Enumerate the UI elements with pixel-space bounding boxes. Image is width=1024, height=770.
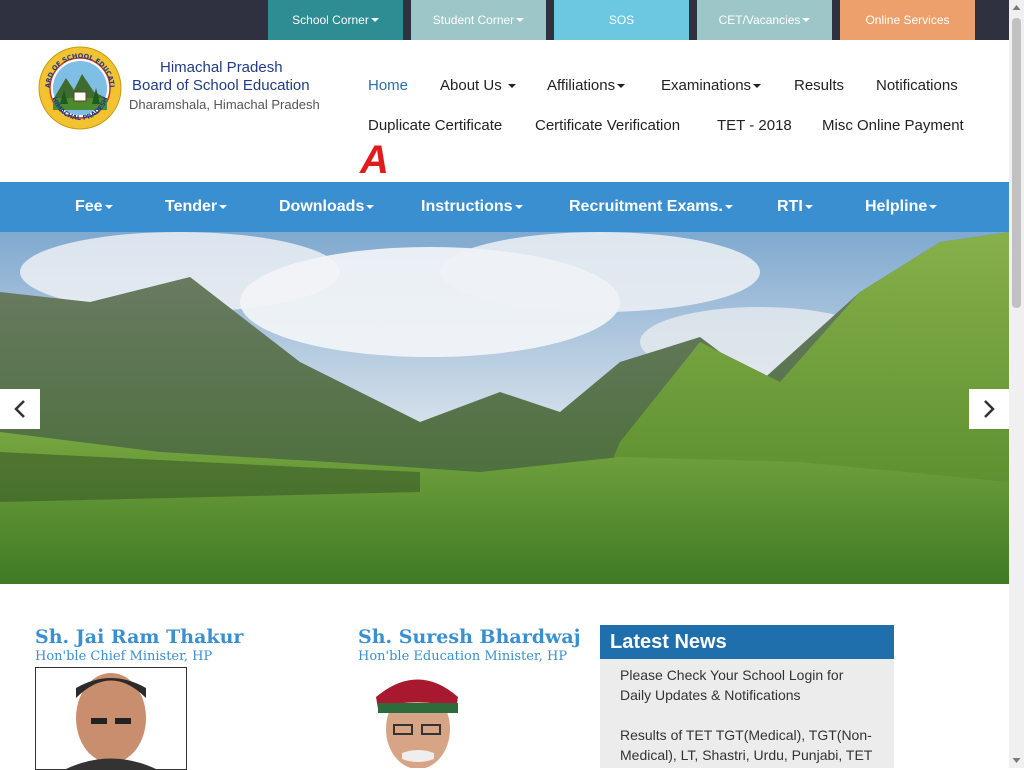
chevron-down-icon — [366, 204, 375, 209]
chevron-left-icon — [14, 400, 25, 418]
nav-tender[interactable]: Tender — [165, 182, 228, 232]
board-seal-logo[interactable]: BOARD OF SCHOOL EDUCATION HIMACHAL PRADE… — [38, 46, 122, 130]
cet-vacancies-label: CET/Vacancies — [718, 13, 801, 27]
mountain-landscape-image — [0, 232, 1009, 584]
nav-downloads[interactable]: Downloads — [279, 182, 375, 232]
news-item[interactable]: Please Check Your School Login for Daily… — [600, 659, 894, 705]
online-services-link[interactable]: Online Services — [840, 0, 975, 40]
student-corner-menu[interactable]: Student Corner — [411, 0, 546, 40]
school-corner-label: School Corner — [292, 13, 369, 27]
nav-recruitment-exams[interactable]: Recruitment Exams. — [569, 182, 733, 232]
nav-instructions-label: Instructions — [421, 198, 513, 215]
sos-link[interactable]: SOS — [554, 0, 689, 40]
chevron-down-icon — [804, 204, 813, 209]
org-name-line1: Himachal Pradesh — [160, 59, 283, 76]
chevron-down-icon — [617, 84, 626, 89]
student-corner-label: Student Corner — [432, 13, 515, 27]
nav-recruitment-label: Recruitment Exams. — [569, 198, 723, 215]
scroll-up-icon[interactable] — [1009, 0, 1024, 15]
hero-slider — [0, 232, 1009, 584]
chevron-down-icon — [514, 204, 523, 209]
nav-affiliations[interactable]: Affiliations — [547, 77, 626, 94]
chevron-down-icon — [753, 84, 762, 89]
cet-vacancies-menu[interactable]: CET/Vacancies — [697, 0, 832, 40]
chevron-right-icon — [984, 400, 995, 418]
latest-news-title: Latest News — [600, 625, 894, 659]
chevron-down-icon — [507, 84, 516, 89]
nav-fee[interactable]: Fee — [75, 182, 113, 232]
accessibility-font-icon[interactable]: A — [360, 140, 389, 180]
chevron-down-icon — [802, 18, 811, 22]
portrait-image — [36, 668, 186, 769]
page-scrollbar[interactable] — [1009, 0, 1024, 768]
education-minister-name: Sh. Suresh Bhardwaj — [358, 626, 581, 648]
chevron-down-icon — [516, 18, 525, 22]
nav-fee-label: Fee — [75, 198, 103, 215]
nav-downloads-label: Downloads — [279, 198, 365, 215]
nav-about-label: About Us — [440, 77, 502, 94]
nav-duplicate-certificate[interactable]: Duplicate Certificate — [368, 117, 502, 134]
chevron-down-icon — [929, 204, 938, 209]
chevron-down-icon — [370, 18, 379, 22]
news-item[interactable]: Results of TET TGT(Medical), TGT(Non-Med… — [600, 719, 894, 765]
nav-rti-label: RTI — [777, 198, 803, 215]
nav-home[interactable]: Home — [368, 77, 408, 94]
nav-helpline[interactable]: Helpline — [865, 182, 938, 232]
nav-examinations-label: Examinations — [661, 77, 752, 94]
secondary-nav: Fee Tender Downloads Instructions Recrui… — [0, 182, 1009, 232]
chevron-down-icon — [724, 204, 733, 209]
top-utility-bar: School Corner Student Corner SOS CET/Vac… — [0, 0, 1009, 40]
nav-notifications[interactable]: Notifications — [876, 77, 958, 94]
slider-next-button[interactable] — [969, 389, 1009, 429]
cm-role: Hon'ble Chief Minister, HP — [35, 649, 213, 664]
nav-tender-label: Tender — [165, 198, 218, 215]
school-corner-menu[interactable]: School Corner — [268, 0, 403, 40]
sos-label: SOS — [608, 13, 635, 27]
portrait-image — [358, 667, 485, 768]
nav-about-us[interactable]: About Us — [440, 77, 516, 94]
nav-helpline-label: Helpline — [865, 198, 928, 215]
online-services-label: Online Services — [865, 13, 950, 27]
education-minister-photo — [358, 667, 485, 768]
org-location: Dharamshala, Himachal Pradesh — [129, 97, 320, 112]
nav-instructions[interactable]: Instructions — [421, 182, 523, 232]
nav-misc-online-payment[interactable]: Misc Online Payment — [822, 117, 964, 134]
nav-affiliations-label: Affiliations — [547, 77, 616, 94]
chevron-down-icon — [104, 204, 113, 209]
nav-results[interactable]: Results — [794, 77, 844, 94]
chevron-down-icon — [219, 204, 228, 209]
slider-prev-button[interactable] — [0, 389, 40, 429]
nav-tet-2018[interactable]: TET - 2018 — [717, 117, 792, 134]
cm-name: Sh. Jai Ram Thakur — [35, 626, 244, 648]
cm-photo — [35, 667, 187, 770]
latest-news-panel: Latest News Please Check Your School Log… — [600, 625, 894, 768]
scrollbar-thumb[interactable] — [1012, 18, 1021, 308]
nav-certificate-verification[interactable]: Certificate Verification — [535, 117, 680, 134]
scroll-down-icon[interactable] — [1009, 753, 1024, 768]
nav-examinations[interactable]: Examinations — [661, 77, 762, 94]
nav-rti[interactable]: RTI — [777, 182, 813, 232]
education-minister-role: Hon'ble Education Minister, HP — [358, 649, 568, 664]
org-name-line2: Board of School Education — [132, 77, 310, 94]
